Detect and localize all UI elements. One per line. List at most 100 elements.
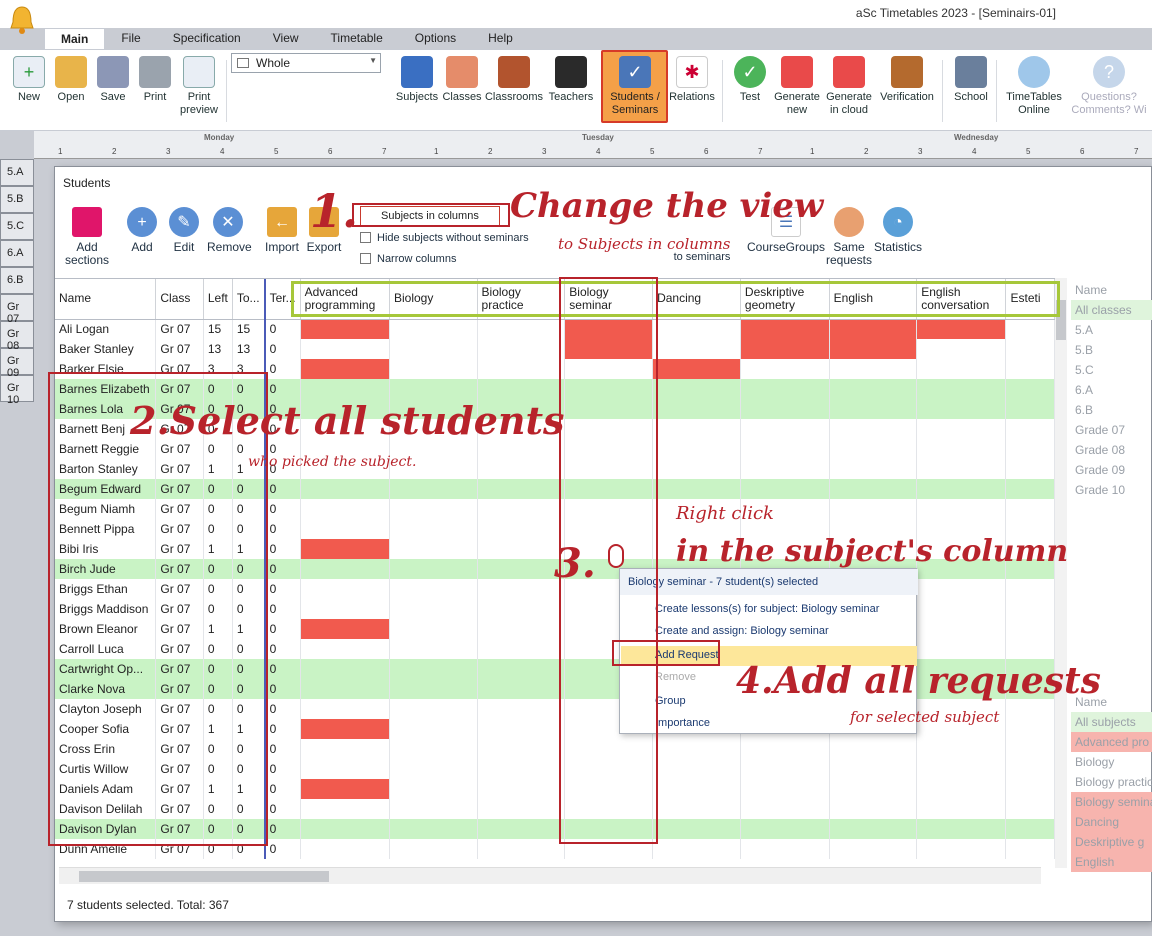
subject-request-cell[interactable]	[829, 819, 918, 839]
verification-button[interactable]: Verification	[876, 56, 938, 104]
tab-help[interactable]: Help	[472, 28, 529, 50]
subject-request-cell[interactable]	[829, 459, 918, 479]
questions-button[interactable]: ? Questions? Comments? Wi	[1066, 56, 1152, 117]
subject-request-cell[interactable]	[652, 759, 741, 779]
subject-request-cell[interactable]	[389, 659, 478, 679]
subject-request-cell[interactable]	[477, 459, 566, 479]
timetable-row[interactable]: 5.C	[0, 213, 34, 240]
subject-request-cell[interactable]	[916, 379, 1007, 399]
scroll-thumb[interactable]	[79, 871, 329, 882]
subject-request-cell[interactable]	[477, 359, 566, 379]
subject-request-cell[interactable]	[389, 339, 478, 359]
subject-request-cell[interactable]	[829, 439, 918, 459]
subject-request-cell[interactable]	[300, 599, 390, 619]
subject-request-cell[interactable]	[652, 339, 741, 359]
subject-request-cell[interactable]	[1005, 779, 1055, 799]
list-item[interactable]: Biology practic	[1071, 772, 1152, 792]
subject-request-cell[interactable]	[477, 819, 566, 839]
list-item[interactable]: Dancing	[1071, 812, 1152, 832]
horizontal-scrollbar[interactable]	[59, 867, 1041, 884]
subject-request-cell[interactable]	[477, 579, 566, 599]
subject-request-cell[interactable]	[300, 799, 390, 819]
menu-item-remove[interactable]: Remove	[655, 671, 696, 683]
subject-request-cell[interactable]	[916, 419, 1007, 439]
statistics-button[interactable]: ◔ Statistics	[873, 207, 923, 254]
subject-request-cell[interactable]	[829, 419, 918, 439]
list-item[interactable]: Deskriptive g	[1071, 832, 1152, 852]
subject-request-cell[interactable]	[300, 839, 390, 859]
subject-request-cell[interactable]	[477, 759, 566, 779]
subject-request-cell[interactable]	[300, 659, 390, 679]
subject-request-cell[interactable]	[1005, 419, 1055, 439]
subject-request-cell[interactable]	[477, 779, 566, 799]
subject-request-cell[interactable]	[1005, 379, 1055, 399]
test-button[interactable]: ✓ Test	[734, 56, 766, 104]
column-header[interactable]: To...	[232, 279, 266, 320]
subject-request-cell[interactable]	[300, 819, 390, 839]
subject-request-cell[interactable]	[300, 539, 390, 559]
subject-request-cell[interactable]	[389, 759, 478, 779]
subject-request-cell[interactable]	[652, 399, 741, 419]
tab-file[interactable]: File	[105, 28, 156, 50]
subject-request-cell[interactable]	[300, 559, 390, 579]
subject-request-cell[interactable]	[652, 739, 741, 759]
subject-request-cell[interactable]	[916, 479, 1007, 499]
table-row[interactable]: Baker Stanley Gr 07 13 13 0	[55, 339, 1055, 359]
subject-request-cell[interactable]	[1005, 599, 1055, 619]
new-button[interactable]: + New	[12, 56, 46, 104]
teachers-button[interactable]: Teachers	[548, 56, 594, 104]
subject-request-cell[interactable]	[389, 719, 478, 739]
list-item[interactable]: 6.A	[1071, 380, 1152, 400]
subject-request-cell[interactable]	[389, 559, 478, 579]
subject-request-cell[interactable]	[477, 599, 566, 619]
subject-request-cell[interactable]	[389, 539, 478, 559]
subject-request-cell[interactable]	[652, 359, 741, 379]
subject-request-cell[interactable]	[477, 499, 566, 519]
subject-request-cell[interactable]	[389, 599, 478, 619]
tab-main[interactable]: Main	[44, 28, 106, 50]
subject-request-cell[interactable]	[389, 519, 478, 539]
edit-student-button[interactable]: ✎ Edit	[169, 207, 199, 254]
subject-request-cell[interactable]	[300, 379, 390, 399]
subject-request-cell[interactable]	[740, 479, 830, 499]
subject-request-cell[interactable]	[389, 799, 478, 819]
subject-request-cell[interactable]	[652, 479, 741, 499]
subject-request-cell[interactable]	[389, 359, 478, 379]
subject-request-cell[interactable]	[652, 779, 741, 799]
list-item[interactable]: English	[1071, 852, 1152, 872]
subject-request-cell[interactable]	[389, 579, 478, 599]
subject-request-cell[interactable]	[1005, 699, 1055, 719]
subject-request-cell[interactable]	[1005, 799, 1055, 819]
subject-request-cell[interactable]	[652, 319, 741, 339]
subject-request-cell[interactable]	[916, 319, 1007, 339]
add-student-button[interactable]: + Add	[127, 207, 157, 254]
classrooms-button[interactable]: Classrooms	[484, 56, 544, 104]
list-item[interactable]: 5.C	[1071, 360, 1152, 380]
subject-request-cell[interactable]	[389, 319, 478, 339]
subject-request-cell[interactable]	[477, 639, 566, 659]
menu-item-importance[interactable]: Importance	[655, 717, 710, 729]
list-item[interactable]: 5.A	[1071, 320, 1152, 340]
classes-button[interactable]: Classes	[442, 56, 482, 104]
subject-request-cell[interactable]	[477, 659, 566, 679]
app-bell-logo-icon[interactable]	[8, 4, 36, 36]
school-button[interactable]: School	[950, 56, 992, 104]
menu-item-group[interactable]: Group	[655, 695, 686, 707]
list-item[interactable]: Grade 10	[1071, 480, 1152, 500]
generate-new-button[interactable]: Generate new	[772, 56, 822, 117]
subject-request-cell[interactable]	[389, 699, 478, 719]
subject-request-cell[interactable]	[652, 839, 741, 859]
subject-request-cell[interactable]	[652, 819, 741, 839]
subject-request-cell[interactable]	[1005, 399, 1055, 419]
print-button[interactable]: Print	[138, 56, 172, 104]
subject-request-cell[interactable]	[740, 319, 830, 339]
subject-request-cell[interactable]	[389, 839, 478, 859]
menu-item-create-assign[interactable]: Create and assign: Biology seminar	[655, 625, 829, 637]
list-item[interactable]: Grade 07	[1071, 420, 1152, 440]
hide-subjects-checkbox[interactable]: Hide subjects without seminars	[360, 232, 529, 244]
timetables-online-button[interactable]: TimeTables Online	[1002, 56, 1066, 117]
subject-request-cell[interactable]	[389, 479, 478, 499]
subject-request-cell[interactable]	[829, 839, 918, 859]
add-sections-button[interactable]: Add sections	[65, 207, 109, 267]
subject-request-cell[interactable]	[477, 699, 566, 719]
